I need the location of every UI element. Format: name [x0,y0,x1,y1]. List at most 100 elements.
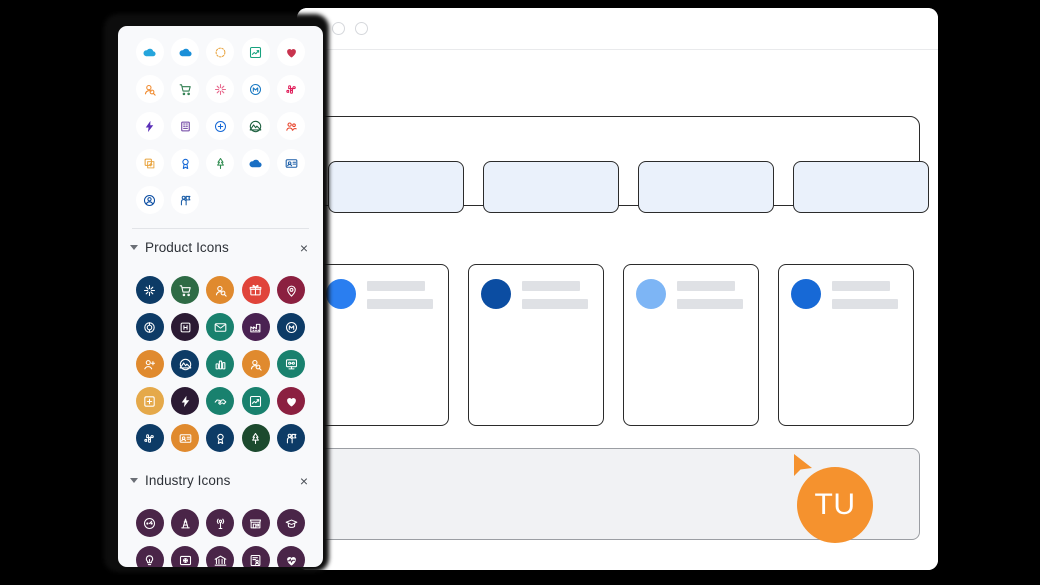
health-cloud-icon[interactable] [171,313,200,341]
deals-handshake-icon[interactable] [206,387,235,415]
avatar [636,279,666,309]
building-icon[interactable] [171,112,200,140]
trailhead-mountain-icon[interactable] [171,350,200,378]
placeholder-line [832,299,898,309]
blue-tile[interactable] [793,161,929,213]
education-cap-icon[interactable] [277,509,306,537]
flag-person-icon[interactable] [277,424,306,452]
close-icon[interactable]: × [299,241,309,255]
placeholder-line [522,299,588,309]
document-frame-icon[interactable] [171,424,200,452]
trend-chart-icon[interactable] [241,387,270,415]
service-agent-icon[interactable] [206,276,235,304]
placeholder-line [677,299,743,309]
target-circle-icon[interactable] [135,313,164,341]
avatar [481,279,511,309]
blue-tile[interactable] [638,161,774,213]
section-title: Product Icons [145,240,229,255]
flag-person-icon[interactable] [171,186,200,214]
chevron-down-icon[interactable] [130,478,138,483]
user-initials: TU [814,488,856,521]
mulesoft-m-icon[interactable] [277,313,306,341]
tableau-loop-icon[interactable] [206,38,235,66]
blue-tile[interactable] [328,161,464,213]
heart-icon[interactable] [277,38,306,66]
section-title: Industry Icons [145,473,231,488]
section-header-product-icons[interactable]: Product Icons × [118,229,323,264]
maximize-dot[interactable] [355,22,368,35]
card-placeholder-lines [832,279,898,309]
card-placeholder-lines [522,279,588,309]
analytics-bars-icon[interactable] [206,350,235,378]
plus-circle-icon[interactable] [206,112,235,140]
blue-cloud-icon[interactable] [241,149,270,177]
avatar [326,279,356,309]
commerce-cart-icon[interactable] [171,75,200,103]
retail-store-icon[interactable] [241,509,270,537]
trailhead-mountain-icon[interactable] [241,112,270,140]
tableau-chart-icon[interactable] [241,38,270,66]
contact-card-icon[interactable] [277,149,306,177]
factory-icon[interactable] [241,313,270,341]
browser-titlebar [297,8,938,50]
card-header [326,279,436,309]
top-outlined-panel [313,116,929,213]
user-avatar-icon[interactable] [135,186,164,214]
avatar [791,279,821,309]
slack-icon[interactable] [277,75,306,103]
content-card[interactable] [313,264,449,426]
search-person-icon[interactable] [135,75,164,103]
automotive-icon[interactable] [135,509,164,537]
community-people-icon[interactable] [277,112,306,140]
blue-tile-row [328,161,929,213]
close-icon[interactable]: × [299,474,309,488]
network-nodes-icon[interactable] [277,350,306,378]
media-screen-icon[interactable] [171,546,200,567]
lightning-bolt-icon[interactable] [171,387,200,415]
award-ribbon-icon[interactable] [206,424,235,452]
government-icon[interactable] [206,546,235,567]
badge-check-icon[interactable] [171,149,200,177]
search-person-icon[interactable] [241,350,270,378]
commerce-cart-icon[interactable] [171,276,200,304]
chevron-down-icon[interactable] [130,245,138,250]
content-card[interactable] [778,264,914,426]
energy-utilities-icon[interactable] [171,509,200,537]
card-header [636,279,746,309]
add-layers-icon[interactable] [135,149,164,177]
mulesoft-icon[interactable] [241,75,270,103]
communications-icon[interactable] [206,509,235,537]
placeholder-line [367,299,433,309]
icon-picker-panel: Product Icons × Industry Icons × [118,26,323,567]
sales-cloud-icon[interactable] [171,38,200,66]
placeholder-line [677,281,735,291]
placeholder-line [832,281,890,291]
content-card[interactable] [623,264,759,426]
add-plus-icon[interactable] [135,387,164,415]
section-header-industry-icons[interactable]: Industry Icons × [118,462,323,497]
email-envelope-icon[interactable] [206,313,235,341]
placeholder-line [522,281,580,291]
minimize-dot[interactable] [332,22,345,35]
einstein-sparkle-icon[interactable] [206,75,235,103]
evergreen-tree-icon[interactable] [241,424,270,452]
user-avatar-badge[interactable]: TU [797,467,873,543]
gift-icon[interactable] [241,276,270,304]
lightning-bolt-icon[interactable] [135,112,164,140]
salesforce-cloud-icon[interactable] [135,38,164,66]
healthcare-heart-icon[interactable] [277,546,306,567]
location-pin-icon[interactable] [277,276,306,304]
screenshot-stage: Product Icons × Industry Icons × TU [0,0,1040,585]
slack-icon[interactable] [135,424,164,452]
product-icon-grid [118,264,323,462]
contacts-person-icon[interactable] [135,350,164,378]
heart-icon[interactable] [277,387,306,415]
evergreen-tree-icon[interactable] [206,149,235,177]
professional-services-icon[interactable] [241,546,270,567]
blue-tile[interactable] [483,161,619,213]
einstein-sparkle-icon[interactable] [135,276,164,304]
content-card[interactable] [468,264,604,426]
engineering-bulb-icon[interactable] [135,546,164,567]
card-row [313,264,914,426]
card-header [481,279,591,309]
